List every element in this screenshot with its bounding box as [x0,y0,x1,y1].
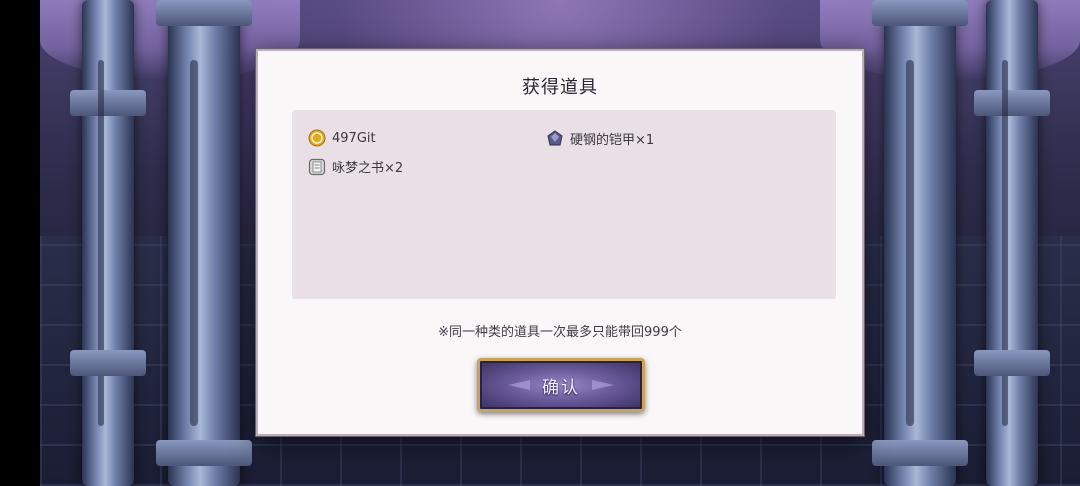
letterbox-bar [0,0,40,486]
pillar [156,0,252,486]
reward-label: 497Git [332,130,376,146]
reward-label: 硬钢的铠甲×1 [570,133,655,148]
reward-item-armor: 硬钢的铠甲×1 [546,129,654,148]
pillar [974,0,1050,486]
pillar [70,0,146,486]
gold-coin-icon [308,129,326,147]
confirm-button-label: 确认 [542,377,580,398]
reward-dialog: 获得道具 497Git 硬钢的铠甲×1 咏梦之书×2 ※同一种类的道具一次最多只… [256,49,864,436]
game-screen: 获得道具 497Git 硬钢的铠甲×1 咏梦之书×2 ※同一种类的道具一次最多只… [0,0,1080,486]
confirm-button[interactable]: 确认 [477,358,645,412]
spellbook-icon [308,158,326,176]
reward-item-git: 497Git [308,129,376,147]
dialog-title: 获得道具 [522,77,598,98]
armor-gem-icon [546,129,564,148]
reward-label: 咏梦之书×2 [332,161,404,176]
reward-list-panel: 497Git 硬钢的铠甲×1 咏梦之书×2 [292,110,836,299]
item-limit-note: ※同一种类的道具一次最多只能带回999个 [438,325,682,340]
reward-item-book: 咏梦之书×2 [308,157,403,176]
pillar [872,0,968,486]
